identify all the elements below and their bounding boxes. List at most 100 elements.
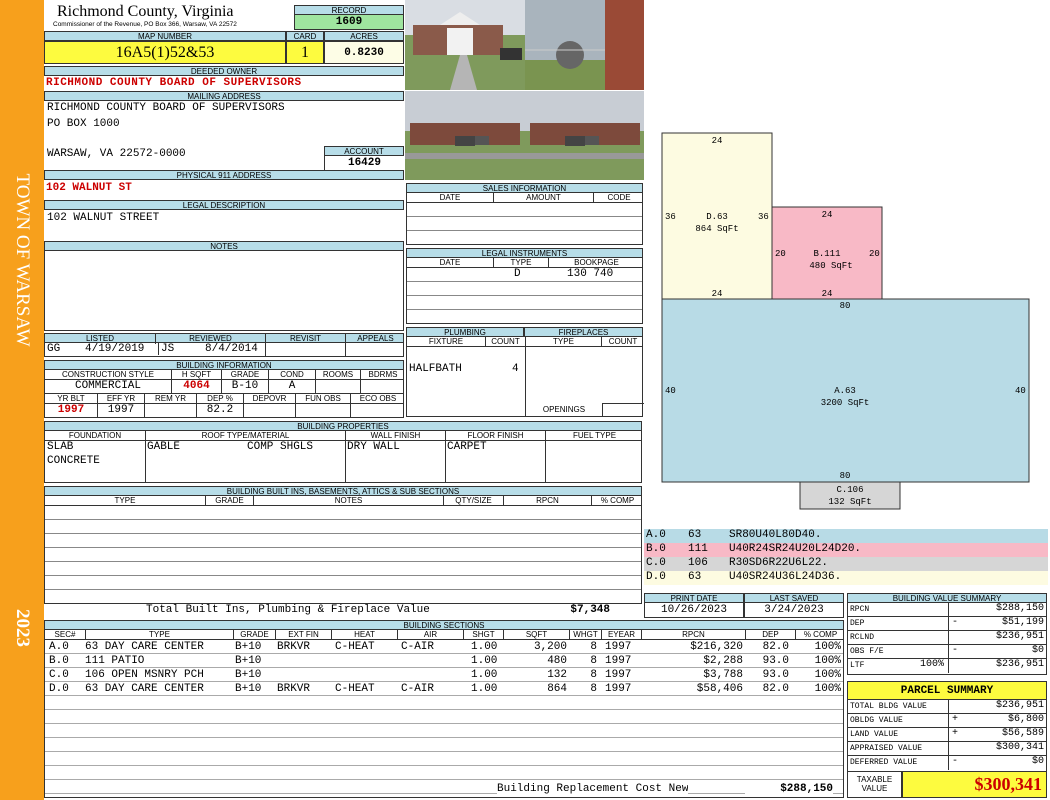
sec-sqft: 3,200 <box>533 641 567 653</box>
property-photo-2 <box>525 0 644 90</box>
col-sec-type: TYPE <box>85 630 233 640</box>
instr-type: D <box>514 268 521 280</box>
sec-sqft: 132 <box>547 669 567 681</box>
bvs-table: RPCN $288,150 DEP - $51,199 RCLND $236,9… <box>847 603 1047 675</box>
bvs-obs-label: OBS F/E <box>850 647 884 656</box>
sec-eyear: 1997 <box>605 669 632 681</box>
col-ecoobs: ECO OBS <box>350 394 405 404</box>
b-top-dim: 24 <box>822 210 833 220</box>
col-fixture: FIXTURE <box>428 337 464 346</box>
col-bi-grade: GRADE <box>205 496 253 506</box>
col-funobs: FUN OBS <box>295 394 350 404</box>
bvs-rclnd-label: RCLND <box>850 633 875 642</box>
legend-sec: D.0 <box>646 571 666 583</box>
col-bi-notes: NOTES <box>253 496 443 506</box>
sec-air: C-AIR <box>401 641 435 653</box>
a-right-dim: 40 <box>1015 386 1026 396</box>
sec-grade: B+10 <box>235 655 262 667</box>
town-label: TOWN OF WARSAW <box>12 173 33 347</box>
reviewed-date: 8/4/2014 <box>205 343 258 355</box>
account-label: ACCOUNT <box>324 146 404 156</box>
acres-value: 0.8230 <box>324 41 404 64</box>
bvs-dep: $51,199 <box>948 617 1044 631</box>
list-item: RCLND $236,951 <box>848 631 1046 645</box>
total-bldg-value: $236,951 <box>948 700 1044 714</box>
list-item: DEFERRED VALUE - $0 <box>848 756 1046 770</box>
col-sec-shgt: SHGT <box>463 630 503 640</box>
sec-type: 106 OPEN MSNRY PCH <box>85 669 204 681</box>
builtins-label: BUILDING BUILT INS, BASEMENTS, ATTICS & … <box>44 486 642 496</box>
b-area: 480 SqFt <box>809 261 852 271</box>
legend-path: U40SR24U36L24D36. <box>729 571 842 583</box>
physical-address-label: PHYSICAL 911 ADDRESS <box>44 170 404 180</box>
map-number: 16A5(1)52&53 <box>44 41 286 64</box>
col-construction-style: CONSTRUCTION STYLE <box>61 370 154 379</box>
legal-instr-rows: D 130 740 <box>406 268 643 324</box>
mail-line-3: WARSAW, VA 22572-0000 <box>47 148 186 160</box>
card-number: 1 <box>286 41 324 64</box>
bvs-ltf-label: LTF <box>850 661 865 670</box>
reviewer: JS <box>158 343 174 355</box>
bvs-label: BUILDING VALUE SUMMARY <box>847 593 1047 603</box>
a-label: A.63 <box>834 386 856 396</box>
bvs-rclnd: $236,951 <box>948 631 1044 645</box>
sec-type: 111 PATIO <box>85 655 145 667</box>
account-number: 16429 <box>324 156 404 170</box>
instr-bookpage: 130 740 <box>567 268 614 280</box>
list-item: OBS F/E - $0 <box>848 645 1046 659</box>
sec-grade: B+10 <box>235 683 262 695</box>
col-instr-bookpage: BOOKPAGE <box>548 258 644 268</box>
col-sale-code: CODE <box>593 193 644 203</box>
list-item: TOTAL BLDG VALUE $236,951 <box>848 700 1046 714</box>
sec-whgt: 8 <box>590 655 597 667</box>
sec-shgt: 1.00 <box>471 641 498 653</box>
sec-comp: 100% <box>814 641 841 653</box>
building-info-label: BUILDING INFORMATION <box>44 360 404 370</box>
bvs-rpcn: $288,150 <box>948 603 1044 617</box>
parcel-summary-title: PARCEL SUMMARY <box>847 681 1047 700</box>
deferred-value: $0 <box>948 756 1044 770</box>
legend-code: 106 <box>688 557 708 569</box>
property-photo-1 <box>405 0 525 90</box>
sec-rpcn: $3,788 <box>703 669 743 681</box>
sec-shgt: 1.00 <box>471 669 498 681</box>
sections-label: BUILDING SECTIONS <box>44 620 844 630</box>
brcn-value: $288,150 <box>745 783 833 795</box>
col-fixture-count: COUNT <box>485 337 525 347</box>
col-bi-rpcn: RPCN <box>503 496 591 506</box>
sec-comp: 100% <box>814 655 841 667</box>
sec-shgt: 1.00 <box>471 683 498 695</box>
photo-2-svg <box>525 0 644 90</box>
mail-line-2: PO BOX 1000 <box>47 118 120 130</box>
physical-address: 102 WALNUT ST <box>46 182 132 194</box>
list-item: LTF 100% $236,951 <box>848 659 1046 673</box>
col-sec-eyear: EYEAR <box>601 630 641 640</box>
plumbing-rows: HALFBATH 4 OPENINGS <box>406 347 644 417</box>
list-item: C.0 106 R30SD6R22U6L22. <box>644 557 1048 571</box>
brcn-label: Building Replacement Cost New <box>497 783 689 795</box>
col-roof: ROOF TYPE/MATERIAL <box>145 431 345 441</box>
sec-comp: 100% <box>814 669 841 681</box>
col-instr-date: DATE <box>439 258 461 267</box>
sec-id: B.0 <box>49 655 69 667</box>
sec-heat: C-HEAT <box>335 683 375 695</box>
sec-eyear: 1997 <box>605 683 632 695</box>
list-item: LAND VALUE + $56,589 <box>848 728 1046 742</box>
col-cond: COND <box>268 370 315 380</box>
sec-comp: 100% <box>814 683 841 695</box>
sec-heat: C-HEAT <box>335 641 375 653</box>
sec-id: D.0 <box>49 683 69 695</box>
sections-table: A.0 63 DAY CARE CENTER B+10 BRKVR C-HEAT… <box>44 640 844 798</box>
list-item: DEP - $51,199 <box>848 617 1046 631</box>
construction-style: COMMERCIAL <box>74 380 141 392</box>
openings-label: OPENINGS <box>542 405 586 414</box>
record-value: 1609 <box>294 15 404 30</box>
taxable-label-2: VALUE <box>861 784 888 793</box>
col-wall-finish: WALL FINISH <box>345 431 445 441</box>
yrblt-value: 1997 <box>57 404 85 416</box>
legend-code: 63 <box>688 571 702 583</box>
b-bottom-dim: 24 <box>822 289 833 299</box>
col-bi-comp: % COMP <box>591 496 643 506</box>
last-saved: 3/24/2023 <box>744 603 844 618</box>
sec-grade: B+10 <box>235 669 262 681</box>
